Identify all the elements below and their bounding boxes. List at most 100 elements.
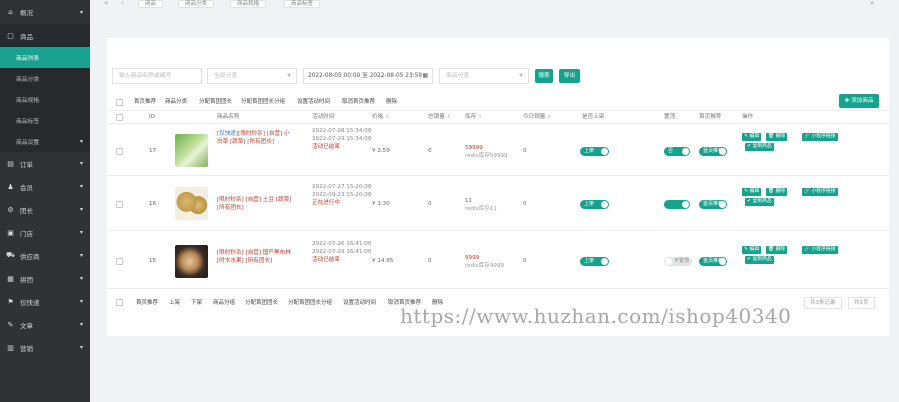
price: ¥ 1.30	[372, 201, 390, 207]
assign-leader-group-button[interactable]: 分配首团团长分组	[241, 96, 285, 108]
set-time-button[interactable]: 设置活动时间	[297, 96, 330, 108]
sidebar-item-label: 仅快递	[20, 298, 40, 307]
delete-label: 删除	[775, 189, 786, 194]
th-today-sales[interactable]: 今日销量 ⇕	[523, 111, 551, 124]
end-time: 2022-09-23 15:20:00	[312, 192, 372, 198]
footer-select-all-checkbox[interactable]	[116, 299, 123, 306]
edit-button[interactable]: ✎ 编辑	[742, 188, 762, 196]
activity-status: 正在进行中	[312, 200, 340, 206]
delete-row-button[interactable]: 🗑 删除	[766, 133, 788, 141]
top-tab-bar: « ‹ 商品 商品分类 商品规格 商品标签 »	[90, 0, 899, 10]
on-shelf-toggle[interactable]: 上架	[580, 257, 609, 266]
sidebar-item[interactable]: ⚑ 仅快递 ▾	[0, 290, 90, 313]
product-name[interactable]: [限时秒杀] [自营] 土豆 [蔬菜] [所有团长]	[217, 196, 295, 212]
sidebar-item[interactable]: □ 商品	[0, 24, 90, 47]
header-checkbox[interactable]	[116, 114, 123, 121]
row-checkbox[interactable]	[116, 148, 123, 155]
product-name-text: [限时秒杀] [自营] 土豆 [蔬菜] [所有团长]	[217, 197, 292, 211]
export-button[interactable]: 导出	[559, 69, 580, 83]
sidebar-subitem[interactable]: 商品分类	[0, 68, 90, 89]
stock-number: 9999	[465, 255, 480, 261]
th-ops: 操作	[742, 114, 754, 120]
th-id[interactable]: ID	[149, 111, 155, 124]
sidebar-subitem[interactable]: 商品列表	[0, 47, 90, 68]
copy-goods-button[interactable]: ✔ 复制商品	[745, 143, 774, 151]
sidebar-item[interactable]: ▤ 订单 ▾	[0, 152, 90, 175]
assign-leader-button[interactable]: 分配首团团长	[199, 96, 232, 108]
back-icon[interactable]: «	[104, 0, 108, 7]
footer-group-button[interactable]: 商品分组	[213, 296, 235, 310]
top-toggle[interactable]: 不置顶	[664, 257, 692, 266]
select-all-checkbox[interactable]	[116, 99, 123, 106]
toggle-knob	[719, 201, 726, 208]
category-select[interactable]: 全部分类 ▼	[207, 68, 297, 84]
on-shelf-toggle[interactable]: 上架	[580, 147, 609, 156]
home-recommend-toggle[interactable]: 首页推荐	[699, 257, 727, 266]
tab-spec[interactable]: 商品规格	[230, 0, 267, 8]
copy-goods-button[interactable]: ✔ 复制商品	[745, 198, 774, 206]
sidebar-subitem[interactable]: 商品标签	[0, 110, 90, 131]
row-checkbox[interactable]	[116, 258, 123, 265]
category-button[interactable]: 商品分类	[165, 96, 187, 108]
th-stock[interactable]: 库存 ⇕	[465, 111, 482, 124]
copy-goods-button[interactable]: ✔ 复制商品	[745, 256, 774, 264]
delete-label: 删除	[775, 134, 786, 139]
keyword-input[interactable]: 输入商品名称或编号	[112, 68, 202, 84]
sidebar-item[interactable]: ✎ 文章 ▾	[0, 313, 90, 336]
delete-button[interactable]: 删除	[386, 96, 397, 108]
th-total-sales[interactable]: 总销量 ⇕	[428, 111, 451, 124]
row-checkbox[interactable]	[116, 201, 123, 208]
th-price[interactable]: 价格 ⇕	[372, 111, 389, 124]
delete-row-button[interactable]: 🗑 删除	[766, 246, 788, 254]
tab-label[interactable]: 商品标签	[284, 0, 321, 8]
th-top: 置顶	[664, 114, 676, 120]
sidebar-item[interactable]: ▦ 拼团 ▾	[0, 267, 90, 290]
tab-goods[interactable]: 商品	[138, 0, 164, 8]
row-id: 16	[149, 201, 157, 207]
product-name[interactable]: [仅快递][限时秒杀] [自营] 小白菜 [蔬菜] [所有团长]	[217, 130, 295, 146]
edit-button[interactable]: ✎ 编辑	[742, 246, 762, 254]
start-time: 2022-07-27 15:20:00	[312, 184, 372, 190]
delete-row-button[interactable]: 🗑 删除	[766, 188, 788, 196]
on-shelf-toggle[interactable]: 上架	[580, 200, 609, 209]
sidebar-subitem[interactable]: 商品规格	[0, 89, 90, 110]
filter-bar: 输入商品名称或编号 全部分类 ▼ 2022-08-05 00:00 至 2022…	[107, 68, 889, 84]
home-recommend-button[interactable]: 首页推荐	[134, 96, 156, 108]
sidebar-item[interactable]: ⌂ 概况 ▾	[0, 0, 90, 24]
sidebar-item[interactable]: ⚙ 团长 ▾	[0, 198, 90, 221]
type-select[interactable]: 商品分类 ▼	[439, 68, 529, 84]
start-time: 2022-07-28 15:34:00	[312, 128, 372, 134]
chevron-down-icon: ▾	[79, 138, 83, 145]
top-toggle[interactable]: 否	[664, 147, 690, 156]
sidebar-item[interactable]: ♟ 会员 ▾	[0, 175, 90, 198]
edit-button[interactable]: ✎ 编辑	[742, 133, 762, 141]
tab-category[interactable]: 商品分类	[178, 0, 215, 8]
footer-assign-leader-group-button[interactable]: 分配首团团长分组	[288, 296, 332, 310]
group-icon: ▦	[7, 274, 14, 283]
footer-set-time-button[interactable]: 设置活动时间	[343, 296, 376, 310]
footer-off-shelf-button[interactable]: 下架	[191, 296, 202, 310]
home-recommend-toggle[interactable]: 首页推荐	[699, 147, 727, 156]
product-name[interactable]: [限时秒杀] [自营] 国产黑布林 [时令水果] [所有团长]	[217, 249, 295, 265]
miniapp-link-button[interactable]: 🔗 小程序链接	[802, 246, 838, 254]
miniapp-link-button[interactable]: 🔗 小程序链接	[802, 188, 838, 196]
forward-icon[interactable]: ‹	[121, 0, 124, 7]
footer-on-shelf-button[interactable]: 上架	[169, 296, 180, 310]
scroll-right-icon[interactable]: »	[870, 0, 874, 7]
sidebar-subitem[interactable]: 商品设置 ▾	[0, 131, 90, 152]
sidebar-item[interactable]: ⛟ 供应商 ▾	[0, 244, 90, 267]
sidebar-item-label: 营销	[20, 344, 33, 353]
footer-assign-leader-button[interactable]: 分配首团团长	[245, 296, 278, 310]
search-button[interactable]: 搜索	[535, 69, 553, 83]
footer-home-recommend-button[interactable]: 首页推荐	[136, 296, 158, 310]
miniapp-link-button[interactable]: 🔗 小程序链接	[802, 133, 838, 141]
add-goods-button[interactable]: ✚ 添加商品	[839, 94, 879, 108]
sidebar-item[interactable]: ▣ 门店 ▾	[0, 221, 90, 244]
date-range-input[interactable]: 2022-08-05 00:00 至 2022-08-05 23:59 ▦	[303, 68, 433, 84]
top-toggle[interactable]	[664, 200, 690, 209]
cancel-recommend-button[interactable]: 取消首页推荐	[342, 96, 375, 108]
home-recommend-toggle[interactable]: 首页推荐	[699, 200, 727, 209]
supplier-icon: ⛟	[6, 251, 15, 259]
sidebar-item[interactable]: ▥ 营销 ▾	[0, 336, 90, 359]
stock: 59999 redis库存59999	[465, 144, 508, 160]
